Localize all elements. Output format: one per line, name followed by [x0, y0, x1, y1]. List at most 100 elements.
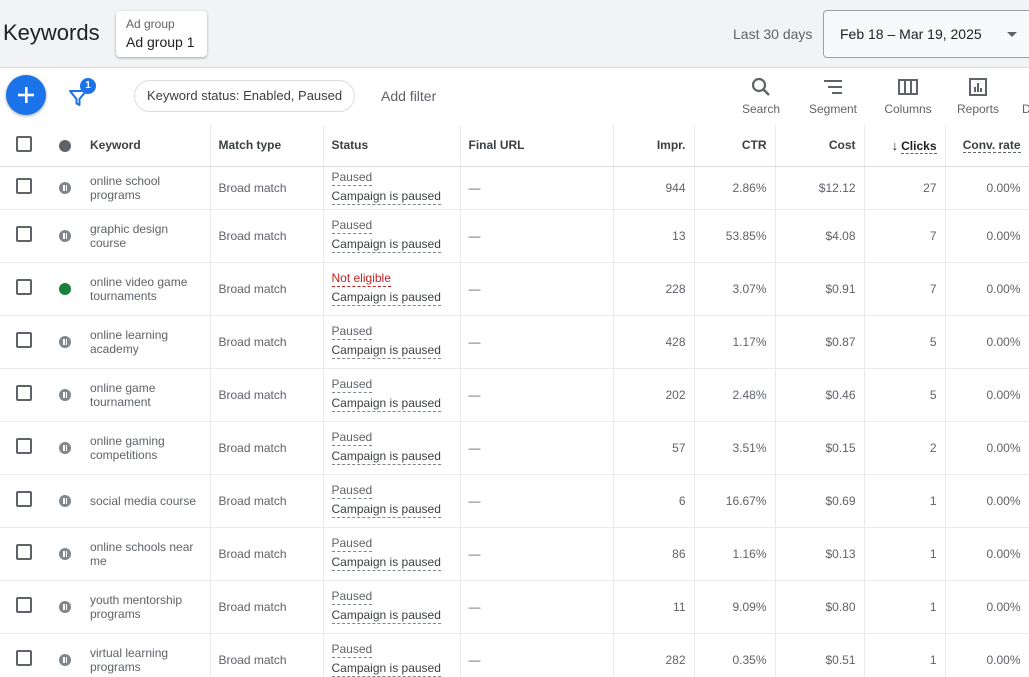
status-primary[interactable]: Not eligible	[331, 271, 391, 287]
keyword-cell[interactable]: online schools near me	[82, 527, 211, 581]
search-button[interactable]: Search	[739, 76, 783, 120]
col-header-status[interactable]: Status	[323, 125, 461, 167]
status-secondary[interactable]: Campaign is paused	[331, 189, 441, 205]
row-checkbox[interactable]	[16, 385, 32, 401]
row-checkbox[interactable]	[16, 438, 32, 454]
paused-status-icon[interactable]	[59, 495, 71, 508]
col-header-keyword[interactable]: Keyword	[82, 125, 211, 167]
select-all-checkbox[interactable]	[16, 135, 32, 152]
paused-status-icon[interactable]	[59, 654, 71, 667]
col-header-match-type[interactable]: Match type	[210, 125, 324, 167]
filter-button[interactable]: 1	[66, 78, 96, 110]
keyword-cell[interactable]: social media course	[82, 474, 211, 528]
col-header-cost[interactable]: Cost	[775, 125, 865, 167]
ctr-cell: 16.67%	[694, 474, 776, 528]
status-secondary[interactable]: Campaign is paused	[331, 396, 441, 412]
row-state-cell	[48, 315, 82, 369]
date-range-picker[interactable]: Feb 18 – Mar 19, 2025	[823, 10, 1029, 58]
row-checkbox[interactable]	[16, 650, 32, 666]
table-row[interactable]: virtual learning programs Broad match Paus…	[0, 633, 1029, 677]
col-header-conv-rate[interactable]: Conv. rate	[945, 125, 1029, 167]
download-icon	[1022, 76, 1029, 98]
keyword-cell[interactable]: online game tournament	[82, 368, 211, 422]
paused-status-icon[interactable]	[59, 336, 71, 349]
table-row[interactable]: youth mentorship programs Broad match Paus…	[0, 580, 1029, 634]
cost-cell: $0.69	[775, 474, 865, 528]
row-state-cell	[48, 633, 82, 677]
row-checkbox[interactable]	[16, 597, 32, 613]
status-secondary[interactable]: Campaign is paused	[331, 290, 441, 306]
row-select-cell	[0, 368, 48, 422]
row-checkbox[interactable]	[16, 332, 32, 348]
status-cell: Paused Campaign is paused	[323, 315, 461, 369]
table-row[interactable]: online school programs Broad match Paused C…	[0, 166, 1029, 210]
paused-status-icon[interactable]	[59, 389, 71, 402]
col-header-clicks[interactable]: ↓ Clicks	[864, 125, 946, 167]
keyword-cell[interactable]: youth mentorship programs	[82, 580, 211, 634]
table-row[interactable]: online video game tournaments Broad match…	[0, 262, 1029, 316]
status-secondary[interactable]: Campaign is paused	[331, 343, 441, 359]
columns-button[interactable]: Columns	[880, 76, 936, 120]
status-primary[interactable]: Paused	[331, 430, 373, 446]
table-row[interactable]: online game tournament Broad match Paused C…	[0, 368, 1029, 422]
status-primary[interactable]: Paused	[331, 589, 373, 605]
conv-rate-cell: 0.00%	[945, 209, 1029, 263]
status-primary[interactable]: Paused	[331, 324, 373, 340]
row-checkbox[interactable]	[16, 491, 32, 507]
row-checkbox[interactable]	[16, 279, 32, 295]
paused-status-icon[interactable]	[59, 230, 71, 243]
col-header-ctr[interactable]: CTR	[694, 125, 776, 167]
col-header-impr[interactable]: Impr.	[613, 125, 695, 167]
keyword-status-filter-chip[interactable]: Keyword status: Enabled, Paused	[134, 80, 356, 112]
row-state-cell	[48, 209, 82, 263]
segment-button[interactable]: Segment	[806, 76, 860, 120]
status-secondary[interactable]: Campaign is paused	[331, 555, 441, 571]
row-select-cell	[0, 262, 48, 316]
paused-status-icon[interactable]	[59, 442, 71, 455]
keyword-cell[interactable]: online learning academy	[82, 315, 211, 369]
status-cell: Paused Campaign is paused	[323, 633, 461, 677]
status-secondary[interactable]: Campaign is paused	[331, 608, 441, 624]
download-button[interactable]: D	[1022, 76, 1029, 120]
impr-cell: 6	[613, 474, 695, 528]
col-header-final-url[interactable]: Final URL	[460, 125, 614, 167]
status-secondary[interactable]: Campaign is paused	[331, 502, 441, 518]
table-row[interactable]: online learning academy Broad match Paused…	[0, 315, 1029, 369]
table-row[interactable]: online schools near me Broad match Paused C…	[0, 527, 1029, 581]
match-type-cell: Broad match	[210, 580, 324, 634]
keyword-cell[interactable]: online video game tournaments	[82, 262, 211, 316]
row-checkbox[interactable]	[16, 226, 32, 242]
paused-status-icon[interactable]	[59, 548, 71, 561]
enabled-status-icon[interactable]	[59, 283, 71, 296]
keyword-cell[interactable]: online gaming competitions	[82, 421, 211, 475]
status-primary[interactable]: Paused	[331, 642, 373, 658]
paused-status-icon[interactable]	[59, 182, 71, 195]
status-primary[interactable]: Paused	[331, 218, 373, 234]
keyword-cell[interactable]: graphic design course	[82, 209, 211, 263]
status-primary[interactable]: Paused	[331, 483, 373, 499]
ctr-cell: 2.86%	[694, 166, 776, 210]
conv-rate-cell: 0.00%	[945, 474, 1029, 528]
final-url-cell: —	[460, 209, 614, 263]
status-primary[interactable]: Paused	[331, 536, 373, 552]
clicks-cell: 1	[864, 527, 946, 581]
cost-cell: $0.51	[775, 633, 865, 677]
status-secondary[interactable]: Campaign is paused	[331, 237, 441, 253]
conv-rate-cell: 0.00%	[945, 421, 1029, 475]
status-secondary[interactable]: Campaign is paused	[331, 661, 441, 677]
table-row[interactable]: graphic design course Broad match Paused Ca…	[0, 209, 1029, 263]
status-secondary[interactable]: Campaign is paused	[331, 449, 441, 465]
keyword-cell[interactable]: online school programs	[82, 166, 211, 210]
paused-status-icon[interactable]	[59, 601, 71, 614]
add-keyword-button[interactable]	[6, 75, 46, 115]
reports-button[interactable]: Reports	[953, 76, 1003, 120]
table-row[interactable]: social media course Broad match Paused Camp…	[0, 474, 1029, 528]
add-filter-button[interactable]: Add filter	[381, 88, 436, 104]
keyword-cell[interactable]: virtual learning programs	[82, 633, 211, 677]
row-checkbox[interactable]	[16, 178, 32, 194]
status-primary[interactable]: Paused	[331, 170, 373, 186]
table-row[interactable]: online gaming competitions Broad match Pau…	[0, 421, 1029, 475]
row-checkbox[interactable]	[16, 544, 32, 560]
status-primary[interactable]: Paused	[331, 377, 373, 393]
ad-group-selector[interactable]: Ad group Ad group 1	[116, 11, 207, 57]
